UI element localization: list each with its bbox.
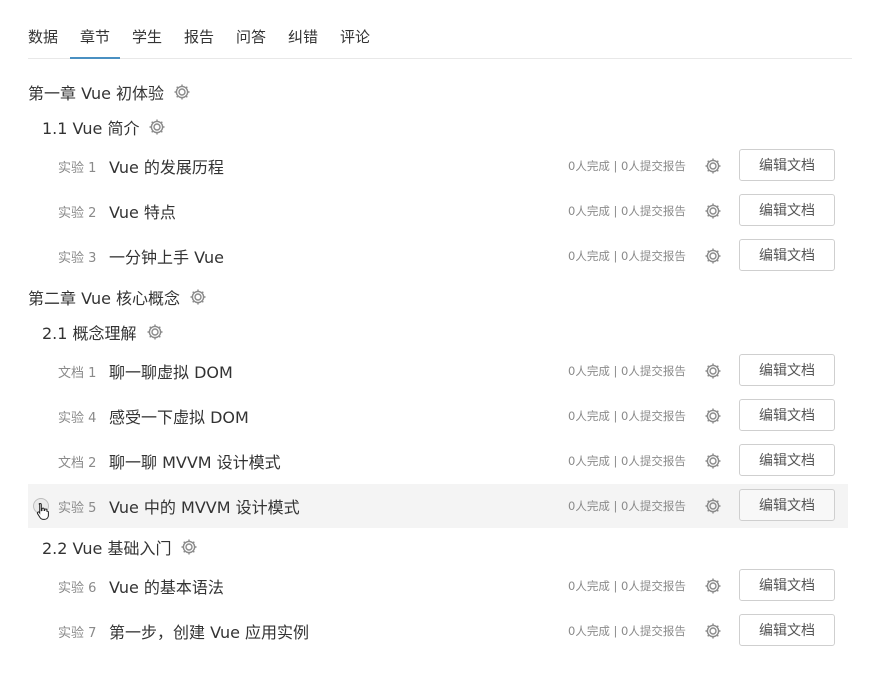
section-header: 2.2 Vue 基础入门 (42, 535, 199, 559)
item-stats: 0人完成 | 0人提交报告 (568, 454, 686, 468)
item-stats: 0人完成 | 0人提交报告 (568, 204, 686, 218)
item-stats: 0人完成 | 0人提交报告 (568, 364, 686, 378)
gear-icon[interactable] (703, 621, 723, 641)
list-item: 实验 2 Vue 特点 0人完成 | 0人提交报告 编辑文档 (28, 189, 848, 233)
edit-document-button[interactable]: 编辑文档 (739, 354, 835, 386)
list-item: 实验 4 感受一下虚拟 DOM 0人完成 | 0人提交报告 编辑文档 (28, 394, 848, 438)
tab-data[interactable]: 数据 (28, 26, 58, 47)
list-item: 实验 6 Vue 的基本语法 0人完成 | 0人提交报告 编辑文档 (28, 564, 848, 608)
chapter-header: 第二章 Vue 核心概念 (28, 285, 208, 309)
item-title[interactable]: 一分钟上手 Vue (109, 244, 224, 268)
item-kind: 文档 1 (58, 365, 97, 381)
list-item: 文档 1 聊一聊虚拟 DOM 0人完成 | 0人提交报告 编辑文档 (28, 349, 848, 393)
chapter-title: 第一章 Vue 初体验 (28, 84, 165, 103)
tab-errata[interactable]: 纠错 (288, 26, 318, 47)
item-kind: 实验 4 (58, 410, 97, 426)
edit-document-button[interactable]: 编辑文档 (739, 444, 835, 476)
tab-comments[interactable]: 评论 (340, 26, 370, 47)
gear-icon[interactable] (703, 406, 723, 426)
chapter-title: 第二章 Vue 核心概念 (28, 289, 181, 308)
item-title[interactable]: 第一步，创建 Vue 应用实例 (109, 619, 309, 643)
tab-bar: 数据 章节 学生 报告 问答 纠错 评论 (28, 22, 852, 59)
item-stats: 0人完成 | 0人提交报告 (568, 409, 686, 423)
tab-reports[interactable]: 报告 (184, 26, 214, 47)
gear-icon[interactable] (703, 246, 723, 266)
item-stats: 0人完成 | 0人提交报告 (568, 159, 686, 173)
gear-icon[interactable] (703, 361, 723, 381)
hand-cursor-icon (36, 502, 49, 520)
item-kind: 文档 2 (58, 455, 97, 471)
item-stats: 0人完成 | 0人提交报告 (568, 249, 686, 263)
gear-icon[interactable] (145, 322, 165, 342)
item-stats: 0人完成 | 0人提交报告 (568, 499, 686, 513)
section-header: 1.1 Vue 简介 (42, 115, 167, 139)
gear-icon[interactable] (703, 576, 723, 596)
gear-icon[interactable] (147, 117, 167, 137)
gear-icon[interactable] (172, 82, 192, 102)
item-title[interactable]: Vue 特点 (109, 199, 176, 223)
item-title[interactable]: Vue 的基本语法 (109, 574, 224, 598)
list-item: 实验 3 一分钟上手 Vue 0人完成 | 0人提交报告 编辑文档 (28, 234, 848, 278)
section-title: 2.1 概念理解 (42, 324, 137, 343)
edit-document-button[interactable]: 编辑文档 (739, 569, 835, 601)
edit-document-button[interactable]: 编辑文档 (739, 399, 835, 431)
tab-qa[interactable]: 问答 (236, 26, 266, 47)
gear-icon[interactable] (703, 156, 723, 176)
item-kind: 实验 7 (58, 625, 97, 641)
item-title[interactable]: 聊一聊虚拟 DOM (109, 359, 233, 383)
section-header: 2.1 概念理解 (42, 320, 165, 344)
edit-document-button[interactable]: 编辑文档 (739, 194, 835, 226)
item-kind: 实验 6 (58, 580, 97, 596)
tab-students[interactable]: 学生 (132, 26, 162, 47)
item-title[interactable]: Vue 的发展历程 (109, 154, 224, 178)
item-kind: 实验 3 (58, 250, 97, 266)
gear-icon[interactable] (703, 451, 723, 471)
item-kind: 实验 1 (58, 160, 97, 176)
tab-chapters[interactable]: 章节 (69, 26, 121, 59)
gear-icon[interactable] (188, 287, 208, 307)
item-stats: 0人完成 | 0人提交报告 (568, 579, 686, 593)
edit-document-button[interactable]: 编辑文档 (739, 489, 835, 521)
item-kind: 实验 5 (58, 500, 97, 516)
edit-document-button[interactable]: 编辑文档 (739, 614, 835, 646)
gear-icon[interactable] (703, 496, 723, 516)
list-item-hovered[interactable]: 实验 5 Vue 中的 MVVM 设计模式 0人完成 | 0人提交报告 编辑文档 (28, 484, 848, 528)
chapter-header: 第一章 Vue 初体验 (28, 80, 192, 104)
section-title: 2.2 Vue 基础入门 (42, 539, 172, 558)
item-title[interactable]: 聊一聊 MVVM 设计模式 (109, 449, 281, 473)
item-stats: 0人完成 | 0人提交报告 (568, 624, 686, 638)
section-title: 1.1 Vue 简介 (42, 119, 140, 138)
item-title[interactable]: 感受一下虚拟 DOM (109, 404, 249, 428)
gear-icon[interactable] (179, 537, 199, 557)
gear-icon[interactable] (703, 201, 723, 221)
edit-document-button[interactable]: 编辑文档 (739, 239, 835, 271)
item-title[interactable]: Vue 中的 MVVM 设计模式 (109, 494, 300, 518)
list-item: 文档 2 聊一聊 MVVM 设计模式 0人完成 | 0人提交报告 编辑文档 (28, 439, 848, 483)
item-kind: 实验 2 (58, 205, 97, 221)
edit-document-button[interactable]: 编辑文档 (739, 149, 835, 181)
list-item: 实验 7 第一步，创建 Vue 应用实例 0人完成 | 0人提交报告 编辑文档 (28, 609, 848, 653)
list-item: 实验 1 Vue 的发展历程 0人完成 | 0人提交报告 编辑文档 (28, 144, 848, 188)
